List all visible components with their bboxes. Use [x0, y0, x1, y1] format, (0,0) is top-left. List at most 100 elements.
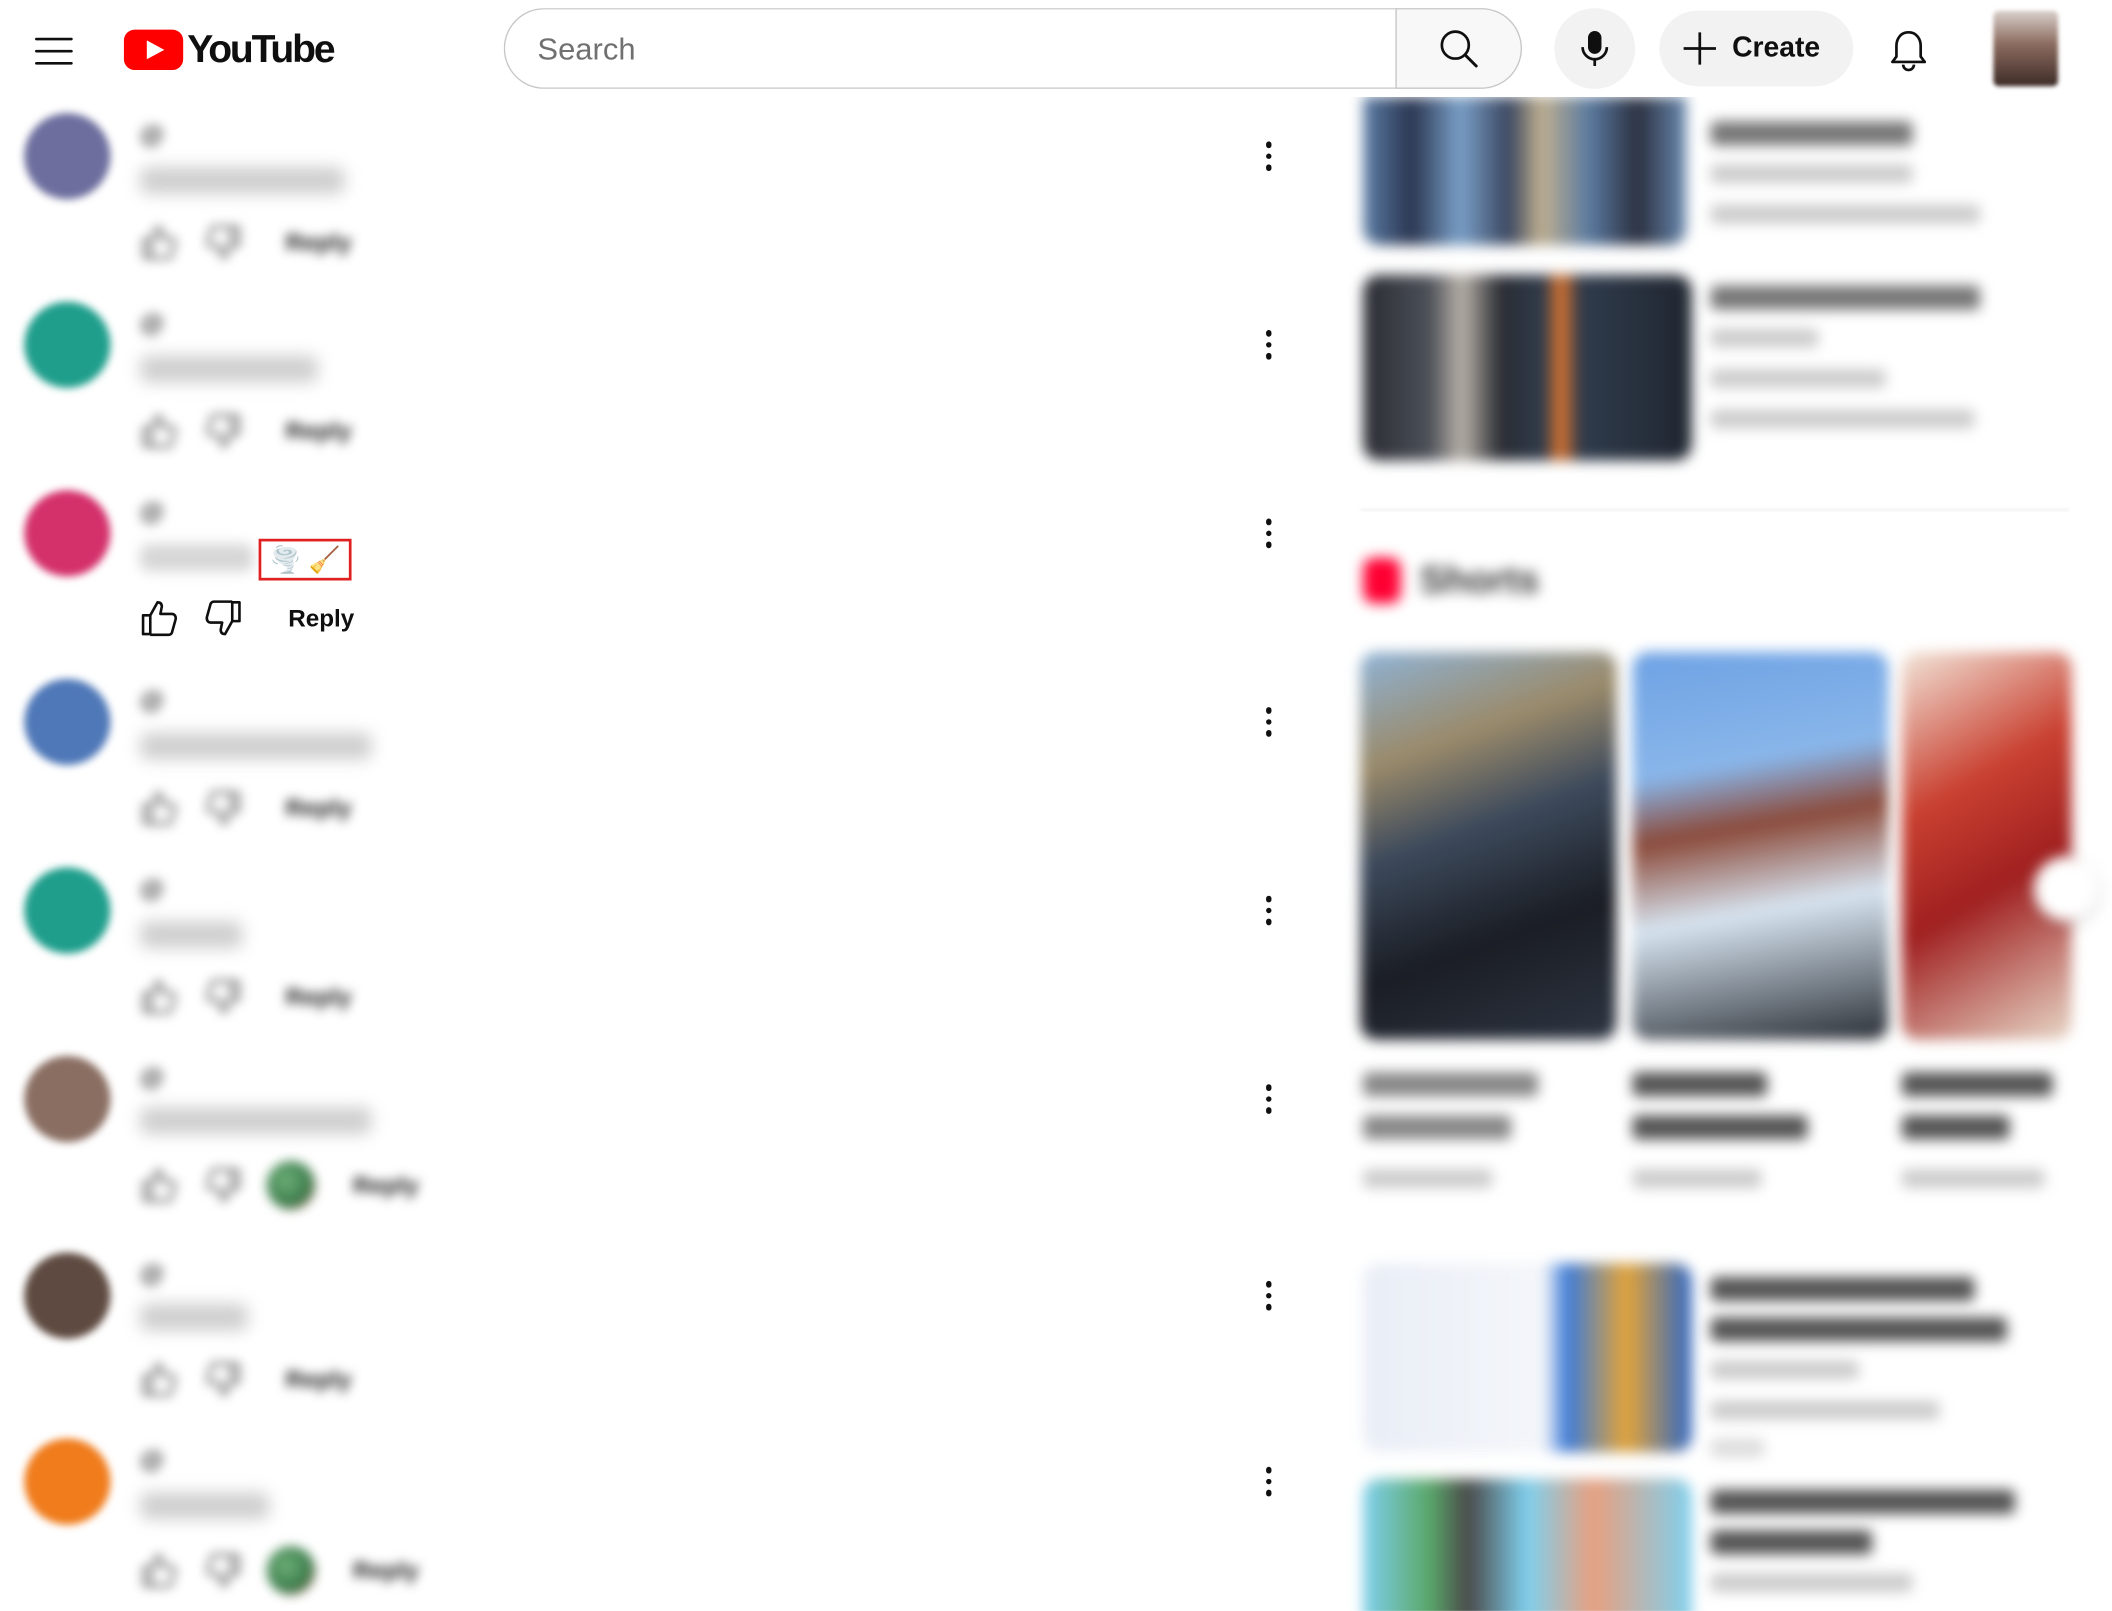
dislike-button[interactable]: [199, 221, 247, 264]
comment-header: @: [140, 687, 177, 715]
video-title-placeholder[interactable]: [1710, 1489, 2015, 1514]
commenter-avatar[interactable]: [24, 301, 111, 388]
comment-menu-button[interactable]: [1247, 1078, 1290, 1121]
reply-button[interactable]: Reply: [286, 417, 352, 445]
dislike-button[interactable]: [199, 1549, 247, 1592]
comment-author[interactable]: @: [140, 875, 164, 903]
like-button[interactable]: [135, 787, 183, 830]
commenter-avatar[interactable]: [24, 1438, 111, 1525]
comment-text-placeholder: [140, 167, 345, 194]
commenter-avatar[interactable]: [24, 113, 111, 200]
video-channel-placeholder: [1710, 328, 1819, 348]
short-title-placeholder[interactable]: [1632, 1072, 1768, 1097]
comment-menu-button[interactable]: [1247, 889, 1290, 932]
comment-menu-button[interactable]: [1247, 1460, 1290, 1503]
reply-button[interactable]: Reply: [286, 794, 352, 822]
video-meta-placeholder: [1710, 1400, 1940, 1420]
comment-author[interactable]: @: [140, 687, 164, 715]
guide-menu-button[interactable]: [30, 27, 78, 75]
thumbs-down-icon: [206, 1362, 240, 1396]
comment-header: @: [140, 1064, 177, 1092]
dislike-button[interactable]: [199, 409, 247, 452]
short-thumbnail[interactable]: [1901, 651, 2072, 1040]
like-button[interactable]: [135, 1358, 183, 1401]
commenter-avatar[interactable]: [24, 1055, 111, 1143]
like-button[interactable]: [135, 1164, 183, 1207]
video-meta-placeholder: [1710, 369, 1886, 388]
dislike-button[interactable]: [199, 975, 247, 1018]
dislike-button[interactable]: [199, 1164, 247, 1207]
video-thumbnail[interactable]: [1363, 96, 1687, 246]
reply-button[interactable]: Reply: [286, 1365, 352, 1393]
comment-header: @: [140, 1447, 177, 1475]
reply-button[interactable]: Reply: [286, 983, 352, 1011]
comment-author[interactable]: @: [140, 1447, 164, 1475]
commenter-avatar[interactable]: [24, 1252, 111, 1339]
short-title-placeholder[interactable]: [1901, 1115, 2010, 1140]
section-divider: [1360, 509, 2069, 511]
like-button[interactable]: [135, 1549, 183, 1592]
commenter-avatar[interactable]: [24, 678, 111, 766]
like-button[interactable]: [135, 409, 183, 452]
comment-actions: Reply: [135, 975, 352, 1018]
short-title-placeholder[interactable]: [1363, 1072, 1539, 1097]
video-title-placeholder[interactable]: [1710, 1530, 1873, 1555]
short-title-placeholder[interactable]: [1363, 1115, 1512, 1140]
comment-text-placeholder: [140, 921, 243, 949]
like-button[interactable]: [135, 221, 183, 264]
thumbs-up-icon: [142, 1554, 176, 1588]
comment-author[interactable]: @: [140, 1261, 164, 1289]
commenter-avatar[interactable]: [24, 867, 111, 954]
search-input[interactable]: [537, 30, 1399, 67]
reply-button[interactable]: Reply: [288, 604, 354, 632]
dislike-button[interactable]: [199, 1358, 247, 1401]
bell-icon: [1891, 30, 1927, 72]
video-thumbnail[interactable]: [1363, 1263, 1692, 1452]
video-title-placeholder[interactable]: [1710, 121, 1913, 146]
thumbs-up-icon: [142, 414, 176, 448]
thumbs-down-icon: [206, 791, 240, 825]
thumbs-down-icon: [205, 600, 241, 636]
short-thumbnail[interactable]: [1632, 651, 1889, 1040]
short-title-placeholder[interactable]: [1632, 1115, 1808, 1140]
video-title-placeholder[interactable]: [1710, 1317, 2007, 1342]
shorts-next-button[interactable]: [2033, 856, 2099, 922]
video-thumbnail[interactable]: [1363, 274, 1692, 461]
comment-menu-button[interactable]: [1247, 700, 1290, 743]
reply-button[interactable]: Reply: [286, 228, 352, 256]
dislike-button[interactable]: [199, 787, 247, 830]
video-title-placeholder[interactable]: [1710, 285, 1980, 310]
account-avatar[interactable]: [1993, 10, 2059, 87]
comment-author[interactable]: @: [140, 121, 164, 149]
like-button[interactable]: [135, 975, 183, 1018]
comment-author[interactable]: @: [140, 310, 164, 338]
video-title-placeholder[interactable]: [1710, 1276, 1975, 1302]
short-thumbnail[interactable]: [1360, 651, 1617, 1040]
comment-text-placeholder: [140, 1492, 270, 1520]
video-meta-placeholder: [1710, 204, 1980, 224]
short-views-placeholder: [1901, 1169, 2045, 1188]
dislike-button[interactable]: [199, 595, 247, 641]
comment-author[interactable]: @: [140, 498, 164, 526]
comment-author[interactable]: @: [140, 1064, 164, 1092]
comment-menu-button[interactable]: [1247, 323, 1290, 366]
like-button[interactable]: [135, 595, 183, 641]
comment-text-placeholder: [140, 544, 254, 572]
reply-button[interactable]: Reply: [353, 1171, 419, 1199]
thumbs-up-icon: [142, 980, 176, 1014]
video-meta-placeholder: [1710, 409, 1975, 429]
comment-actions: Reply: [135, 1358, 352, 1401]
comment-menu-button[interactable]: [1247, 512, 1290, 555]
shorts-heading: Shorts: [1363, 557, 1539, 604]
commenter-avatar[interactable]: [24, 490, 111, 577]
youtube-logo[interactable]: YouTube: [123, 27, 336, 73]
comment-menu-button[interactable]: [1247, 135, 1290, 178]
video-thumbnail[interactable]: [1363, 1478, 1692, 1611]
comment-menu-button[interactable]: [1247, 1274, 1290, 1317]
voice-search-button[interactable]: [1554, 8, 1636, 89]
notifications-button[interactable]: [1875, 16, 1942, 83]
create-button[interactable]: Create: [1659, 10, 1854, 87]
reply-button[interactable]: Reply: [353, 1556, 419, 1584]
search-button[interactable]: [1395, 8, 1522, 89]
short-title-placeholder[interactable]: [1901, 1072, 2053, 1097]
